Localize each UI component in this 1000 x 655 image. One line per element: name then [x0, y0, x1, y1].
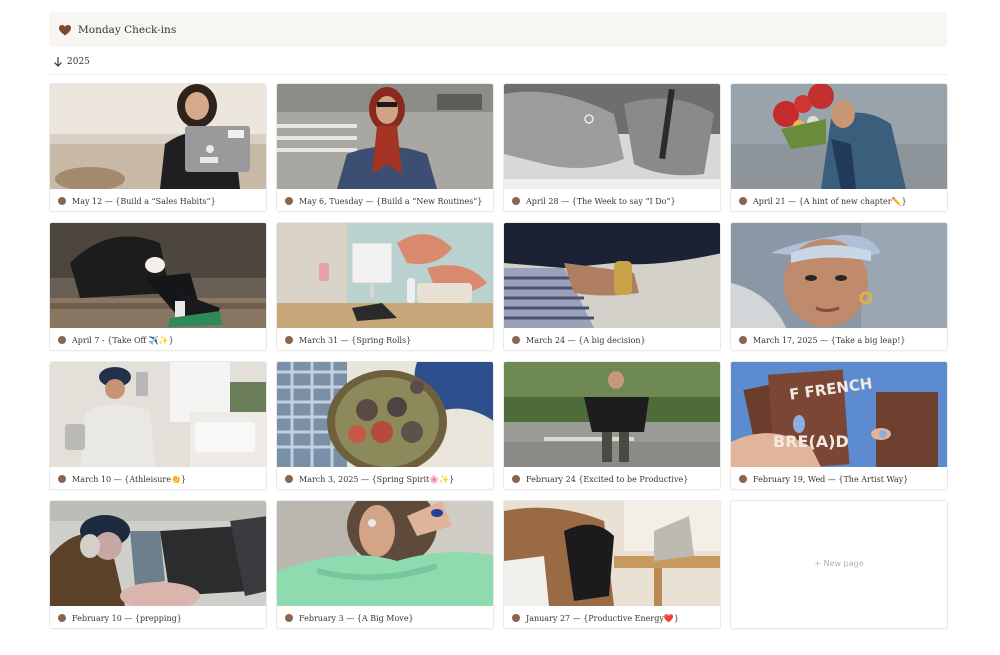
page-icon: [285, 614, 293, 622]
card-cover-image: [731, 84, 947, 189]
card-title[interactable]: March 24 — {A big decision}: [526, 336, 646, 345]
card-title[interactable]: May 12 — {Build a “Sales Habits”}: [72, 197, 216, 206]
page-icon: [58, 614, 66, 622]
divider: [49, 74, 947, 75]
card-cover-image: [50, 362, 266, 467]
card-title[interactable]: April 28 — {The Week to say “I Do”}: [526, 197, 676, 206]
group-toggle[interactable]: 2025: [53, 54, 90, 70]
page-icon: [58, 197, 66, 205]
card-title[interactable]: April 21 — {A hint of new chapter✏️}: [753, 197, 907, 206]
gallery-card[interactable]: April 28 — {The Week to say “I Do”}: [503, 83, 721, 212]
card-cover-image: [504, 84, 720, 189]
page-icon: [739, 336, 747, 344]
gallery-card[interactable]: F FRENCH BRE(A)D February 19, Wed — {The…: [730, 361, 948, 490]
card-cover-image: [50, 84, 266, 189]
card-cover-image: [277, 84, 493, 189]
card-title[interactable]: January 27 — {Productive Energy❤️}: [526, 614, 679, 623]
page-icon: [512, 475, 520, 483]
card-cover-image: [504, 501, 720, 606]
card-title[interactable]: May 6, Tuesday — {Build a “New Routines”…: [299, 197, 482, 206]
brown-heart-icon: [58, 23, 72, 37]
gallery-card[interactable]: February 3 — {A Big Move}: [276, 500, 494, 629]
card-title[interactable]: March 17, 2025 — {Take a big leap!}: [753, 336, 906, 345]
card-title[interactable]: February 24 {Excited to be Productive}: [526, 475, 688, 484]
page-icon: [512, 336, 520, 344]
group-label: 2025: [67, 57, 90, 67]
card-title[interactable]: March 3, 2025 — {Spring Spirit🌸✨}: [299, 475, 454, 484]
gallery-card[interactable]: May 6, Tuesday — {Build a “New Routines”…: [276, 83, 494, 212]
page-icon: [739, 475, 747, 483]
new-page-button[interactable]: + New page: [731, 559, 947, 568]
page-icon: [512, 614, 520, 622]
gallery-card[interactable]: March 17, 2025 — {Take a big leap!}: [730, 222, 948, 351]
card-cover-image: [731, 223, 947, 328]
card-cover-image: [504, 223, 720, 328]
gallery-card[interactable]: April 7 - {Take Off ✈️✨}: [49, 222, 267, 351]
gallery-card[interactable]: March 10 — {Athleisure👏}: [49, 361, 267, 490]
page-icon: [285, 197, 293, 205]
gallery-card[interactable]: January 27 — {Productive Energy❤️}: [503, 500, 721, 629]
page-icon: [58, 475, 66, 483]
card-title[interactable]: March 10 — {Athleisure👏}: [72, 475, 186, 484]
page-icon: [285, 336, 293, 344]
gallery-card[interactable]: March 24 — {A big decision}: [503, 222, 721, 351]
page-title: Monday Check-ins: [78, 23, 177, 36]
card-title[interactable]: February 19, Wed — {The Artist Way}: [753, 475, 908, 484]
card-cover-image: [50, 501, 266, 606]
card-cover-image: [277, 362, 493, 467]
card-cover-image: [50, 223, 266, 328]
gallery-card[interactable]: May 12 — {Build a “Sales Habits”}: [49, 83, 267, 212]
gallery-card[interactable]: April 21 — {A hint of new chapter✏️}: [730, 83, 948, 212]
gallery-card[interactable]: March 3, 2025 — {Spring Spirit🌸✨}: [276, 361, 494, 490]
arrow-down-icon: [53, 56, 63, 68]
gallery-card[interactable]: February 24 {Excited to be Productive}: [503, 361, 721, 490]
card-title[interactable]: April 7 - {Take Off ✈️✨}: [72, 336, 174, 345]
page-icon: [512, 197, 520, 205]
card-title[interactable]: March 31 — {Spring Rolls}: [299, 336, 411, 345]
card-cover-image: [277, 223, 493, 328]
board-header: Monday Check-ins: [49, 12, 947, 47]
gallery-card[interactable]: February 10 — {prepping}: [49, 500, 267, 629]
page-icon: [58, 336, 66, 344]
card-cover-image: [504, 362, 720, 467]
card-title[interactable]: February 10 — {prepping}: [72, 614, 182, 623]
card-cover-image: [277, 501, 493, 606]
page-icon: [285, 475, 293, 483]
photo-lettering: BRE(A)D: [773, 432, 849, 451]
page-icon: [739, 197, 747, 205]
card-cover-image: F FRENCH BRE(A)D: [731, 362, 947, 467]
new-page-card[interactable]: + New page: [730, 500, 948, 629]
card-title[interactable]: February 3 — {A Big Move}: [299, 614, 414, 623]
gallery-card[interactable]: March 31 — {Spring Rolls}: [276, 222, 494, 351]
